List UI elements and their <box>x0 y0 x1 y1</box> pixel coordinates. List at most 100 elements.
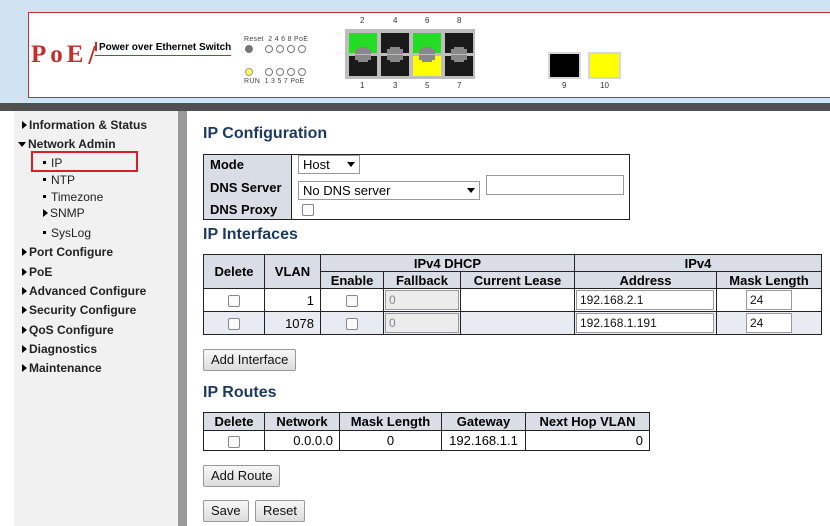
gateway-cell: 192.168.1.1 <box>441 430 526 451</box>
col-mask-length: Mask Length <box>716 271 822 289</box>
port-led <box>276 68 284 76</box>
port-number: 2 <box>360 16 365 25</box>
port-led <box>298 68 306 76</box>
port-7-icon[interactable] <box>445 55 473 76</box>
sidebar-item-syslog[interactable]: SysLog <box>43 226 91 240</box>
selected-item-highlight <box>31 151 138 172</box>
port-number: 9 <box>562 81 567 90</box>
sidebar-item-timezone[interactable]: Timezone <box>43 190 103 204</box>
bullet-icon <box>43 178 46 181</box>
expand-arrow-icon <box>22 345 27 353</box>
sfp-port-10-icon[interactable] <box>590 54 619 77</box>
reset-button[interactable]: Reset <box>255 500 305 522</box>
dhcp-enable-checkbox[interactable] <box>346 318 358 331</box>
table-row: 0.0.0.0 0 192.168.1.1 0 <box>203 430 650 451</box>
sidebar-item-information-status[interactable]: Information & Status <box>22 118 147 132</box>
port-8-icon[interactable] <box>445 33 473 54</box>
expand-arrow-icon <box>22 268 27 276</box>
dns-proxy-checkbox[interactable] <box>302 204 314 217</box>
delete-checkbox[interactable] <box>228 318 240 331</box>
add-route-button[interactable]: Add Route <box>203 465 281 487</box>
expand-arrow-icon <box>22 306 27 314</box>
dropdown-arrow-icon <box>467 187 475 193</box>
table-row: 1078 0 192.168.1.191 24 <box>203 311 822 335</box>
port-5-icon[interactable] <box>413 55 441 76</box>
col-delete: Delete <box>203 412 265 431</box>
col-gateway: Gateway <box>441 412 526 431</box>
col-mask-length: Mask Length <box>339 412 442 431</box>
dns-proxy-label: DNS Proxy <box>203 199 292 220</box>
col-enable: Enable <box>320 271 384 289</box>
port-1-icon[interactable] <box>349 55 377 76</box>
delete-checkbox[interactable] <box>228 435 240 448</box>
expand-arrow-icon <box>22 364 27 372</box>
port-number: 8 <box>457 16 462 25</box>
expand-arrow-icon <box>22 287 27 295</box>
fallback-input[interactable]: 0 <box>385 313 459 333</box>
expand-arrow-icon <box>22 326 27 334</box>
sidebar-item-maintenance[interactable]: Maintenance <box>22 361 102 375</box>
delete-checkbox[interactable] <box>228 295 240 308</box>
save-button[interactable]: Save <box>203 500 249 522</box>
ip-interfaces-table: Delete VLAN IPv4 DHCP IPv4 Enable Fallba… <box>203 254 822 335</box>
sidebar-item-network-admin[interactable]: Network Admin <box>18 137 116 151</box>
port-number: 5 <box>425 81 430 90</box>
sfp-port-9-icon[interactable] <box>550 54 579 77</box>
port-6-icon[interactable] <box>413 33 441 54</box>
mode-label: Mode <box>203 154 292 175</box>
ip-routes-title: IP Routes <box>203 384 277 401</box>
col-current-lease: Current Lease <box>460 271 575 289</box>
collapse-arrow-icon <box>18 142 26 147</box>
col-fallback: Fallback <box>383 271 461 289</box>
port-2-icon[interactable] <box>349 33 377 54</box>
logo-text: Power over Ethernet Switch <box>95 42 232 56</box>
col-delete: Delete <box>203 254 265 289</box>
col-vlan: VLAN <box>264 254 321 289</box>
table-row: 1 0 192.168.2.1 24 <box>203 288 822 312</box>
port-led <box>265 68 273 76</box>
port-led <box>287 68 295 76</box>
port-3-icon[interactable] <box>381 55 409 76</box>
sidebar-item-security-configure[interactable]: Security Configure <box>22 303 136 317</box>
header-divider <box>0 103 830 111</box>
port-led <box>287 45 295 53</box>
dns-server-select[interactable]: No DNS server <box>298 180 480 200</box>
sidebar-item-poe[interactable]: PoE <box>22 265 52 279</box>
mode-select[interactable]: Host <box>298 155 360 175</box>
address-input[interactable]: 192.168.1.191 <box>576 313 714 333</box>
dns-server-value: No DNS server <box>303 182 391 198</box>
mask-length-input[interactable]: 24 <box>746 313 792 333</box>
dns-server-label: DNS Server <box>203 174 292 200</box>
ip-interfaces-title: IP Interfaces <box>203 226 298 243</box>
port-number: 6 <box>425 16 430 25</box>
port-led <box>265 45 273 53</box>
run-led-label: RUN 1 3 5 7 PoE <box>244 78 305 85</box>
sidebar-item-snmp[interactable]: SNMP <box>43 206 85 220</box>
dropdown-arrow-icon <box>347 162 355 168</box>
ip-configuration-title: IP Configuration <box>203 125 328 142</box>
reset-led <box>245 45 253 53</box>
add-interface-button[interactable]: Add Interface <box>203 349 297 371</box>
expand-arrow-icon <box>22 248 27 256</box>
sidebar-item-ntp[interactable]: NTP <box>43 173 75 187</box>
col-group-ipv4-dhcp: IPv4 DHCP <box>320 254 575 272</box>
reset-led-label: Reset 2 4 6 8 PoE <box>244 36 309 43</box>
dhcp-enable-checkbox[interactable] <box>346 295 358 308</box>
port-number: 4 <box>393 16 398 25</box>
expand-arrow-icon <box>43 209 48 217</box>
sidebar-item-diagnostics[interactable]: Diagnostics <box>22 342 97 356</box>
sidebar-item-qos-configure[interactable]: QoS Configure <box>22 323 114 337</box>
sidebar-item-port-configure[interactable]: Port Configure <box>22 245 113 259</box>
dns-server-input[interactable] <box>485 174 624 195</box>
bullet-icon <box>43 195 46 198</box>
ip-config-table: Mode Host DNS Server No DNS server DNS P… <box>203 154 630 220</box>
col-group-ipv4: IPv4 <box>574 254 822 272</box>
address-input[interactable]: 192.168.2.1 <box>576 290 714 310</box>
fallback-input[interactable]: 0 <box>385 290 459 310</box>
mask-length-input[interactable]: 24 <box>746 290 792 310</box>
port-number: 10 <box>600 81 609 90</box>
port-4-icon[interactable] <box>381 33 409 54</box>
sidebar-item-advanced-configure[interactable]: Advanced Configure <box>22 284 146 298</box>
col-address: Address <box>574 271 717 289</box>
run-led <box>245 68 253 76</box>
